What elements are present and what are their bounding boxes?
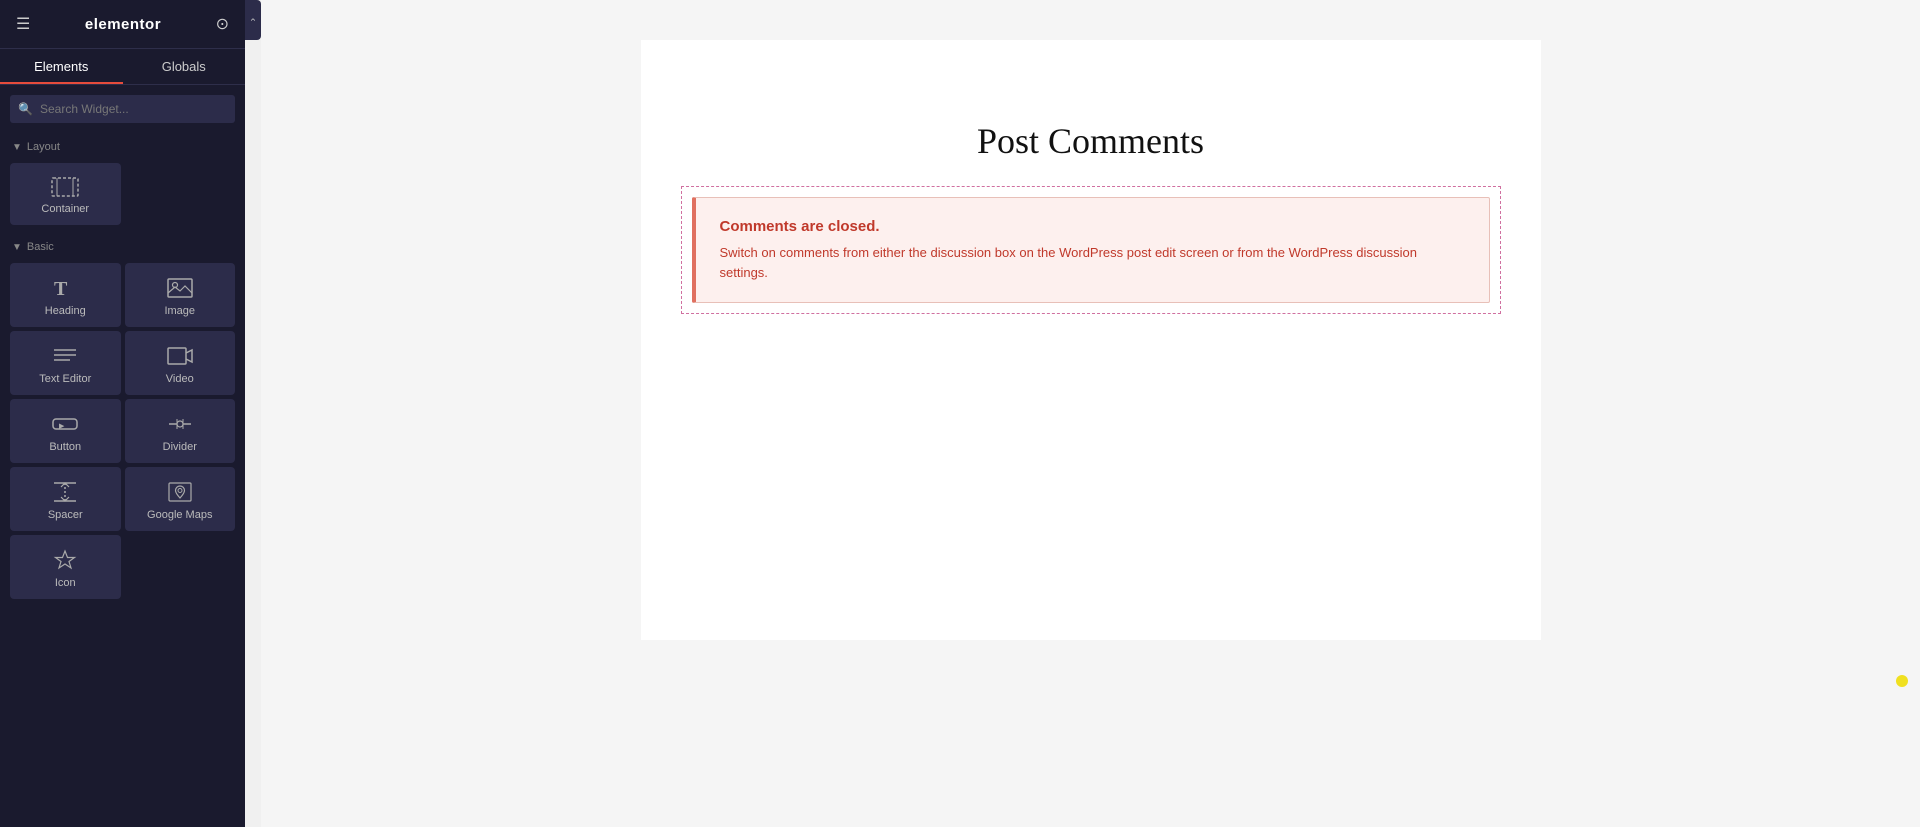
- spacer-label: Spacer: [48, 509, 83, 521]
- sidebar-collapse-handle[interactable]: ‹: [245, 0, 261, 40]
- video-icon: [167, 345, 193, 367]
- post-comments-title: Post Comments: [681, 120, 1501, 162]
- section-outline[interactable]: Comments are closed. Switch on comments …: [681, 186, 1501, 314]
- video-label: Video: [166, 373, 194, 385]
- comments-closed-description: Switch on comments from either the discu…: [720, 243, 1465, 282]
- basic-section-label[interactable]: ▼ Basic: [0, 233, 245, 259]
- container-icon: [51, 177, 79, 197]
- image-icon: [167, 277, 193, 299]
- comments-closed-box: Comments are closed. Switch on comments …: [692, 197, 1490, 303]
- widget-divider[interactable]: Divider: [125, 399, 236, 463]
- widget-google-maps[interactable]: Google Maps: [125, 467, 236, 531]
- google-maps-label: Google Maps: [147, 509, 212, 521]
- button-label: Button: [49, 441, 81, 453]
- widget-container[interactable]: Container: [10, 163, 121, 225]
- widget-button[interactable]: ▶ Button: [10, 399, 121, 463]
- google-maps-icon: [167, 481, 193, 503]
- text-editor-icon: [52, 345, 78, 367]
- canvas-content: Post Comments Comments are closed. Switc…: [641, 40, 1541, 640]
- heading-icon: T: [52, 277, 78, 299]
- divider-icon: [167, 413, 193, 435]
- hamburger-icon[interactable]: ☰: [12, 10, 34, 38]
- text-editor-label: Text Editor: [39, 373, 91, 385]
- elementor-logo: elementor: [85, 16, 161, 33]
- button-icon: ▶: [51, 413, 79, 435]
- widget-heading[interactable]: T Heading: [10, 263, 121, 327]
- layout-collapse-arrow: ▼: [12, 142, 22, 153]
- container-label: Container: [41, 203, 89, 215]
- widget-icon[interactable]: Icon: [10, 535, 121, 599]
- tab-elements[interactable]: Elements: [0, 49, 123, 84]
- search-icon: 🔍: [18, 102, 33, 116]
- widget-spacer[interactable]: Spacer: [10, 467, 121, 531]
- spacer-icon: [52, 481, 78, 503]
- sidebar: ☰ elementor ⊙ Elements Globals 🔍 ▼ Layou…: [0, 0, 245, 827]
- sidebar-header: ☰ elementor ⊙: [0, 0, 245, 49]
- widget-text-editor[interactable]: Text Editor: [10, 331, 121, 395]
- search-box: 🔍: [10, 95, 235, 123]
- heading-label: Heading: [45, 305, 86, 317]
- image-label: Image: [164, 305, 195, 317]
- icon-widget-icon: [52, 549, 78, 571]
- widget-image[interactable]: Image: [125, 263, 236, 327]
- comments-closed-title: Comments are closed.: [720, 218, 1465, 235]
- search-input[interactable]: [10, 95, 235, 123]
- layout-section-label[interactable]: ▼ Layout: [0, 133, 245, 159]
- widget-video[interactable]: Video: [125, 331, 236, 395]
- svg-text:T: T: [54, 278, 68, 299]
- svg-text:▶: ▶: [59, 423, 65, 430]
- basic-widgets-grid: T Heading Image: [0, 259, 245, 607]
- layout-widgets-grid: Container: [0, 159, 245, 233]
- grid-icon[interactable]: ⊙: [212, 10, 233, 38]
- main-canvas: Post Comments Comments are closed. Switc…: [261, 0, 1920, 827]
- basic-collapse-arrow: ▼: [12, 242, 22, 253]
- divider-label: Divider: [163, 441, 197, 453]
- icon-label: Icon: [55, 577, 76, 589]
- tab-globals[interactable]: Globals: [123, 49, 246, 84]
- sidebar-tabs: Elements Globals: [0, 49, 245, 85]
